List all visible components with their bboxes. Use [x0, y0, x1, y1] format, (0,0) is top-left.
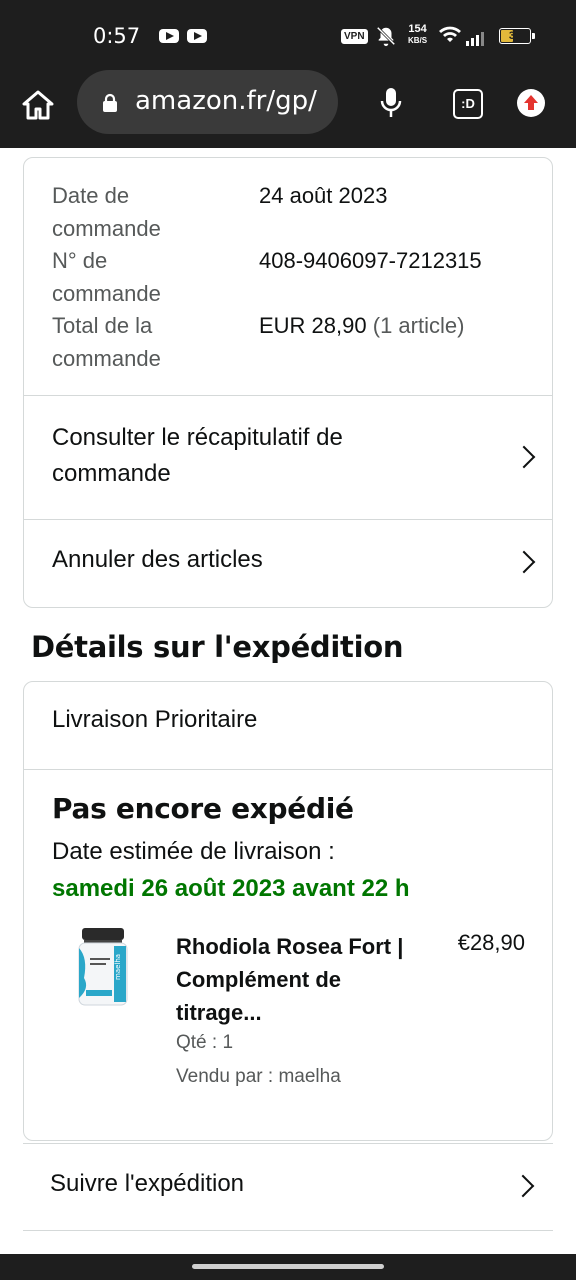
divider [24, 769, 552, 770]
view-order-summary-link[interactable]: Consulter le récapitulatif de commande [24, 396, 552, 519]
product-quantity: Qté : 1 [176, 1032, 234, 1053]
tab-switcher-button[interactable]: :D [453, 89, 483, 119]
home-icon[interactable] [20, 88, 56, 127]
order-number-value: 408-9406097-7212315 [259, 248, 482, 273]
view-order-summary-label: Consulter le récapitulatif de commande [52, 424, 343, 487]
mute-bell-icon [375, 25, 397, 53]
product-price: €28,90 [457, 930, 525, 955]
shipment-section-title: Détails sur l'expédition [31, 630, 404, 664]
lock-icon [103, 93, 117, 112]
article-count: (1 article) [372, 313, 465, 338]
track-shipment-link[interactable]: Suivre l'expédition [23, 1143, 553, 1231]
chevron-right-icon [512, 445, 536, 469]
cancel-items-label: Annuler des articles [52, 546, 263, 573]
youtube-notification-icon [187, 29, 207, 43]
product-title-link[interactable]: Rhodiola Rosea Fort | Complément de titr… [176, 930, 426, 1029]
order-total-label: Total de la commande [52, 313, 161, 371]
status-bar: 0:57 VPN 154 KB/S 39 [0, 0, 576, 70]
shipment-card: Livraison Prioritaire Pas encore expédié… [23, 681, 553, 1141]
order-total-value: EUR 28,90 (1 article) [259, 313, 465, 338]
order-date-value: 24 août 2023 [259, 183, 388, 208]
youtube-notification-icon [159, 29, 179, 43]
order-number-label: N° de commande [52, 248, 161, 306]
gesture-handle[interactable] [192, 1264, 384, 1269]
delivery-method: Livraison Prioritaire [52, 706, 258, 733]
browser-toolbar: amazon.fr/gp/ :D [0, 70, 576, 148]
product-seller: Vendu par : maelha [176, 1066, 341, 1087]
chevron-right-icon [512, 550, 536, 574]
shipment-status: Pas encore expédié [52, 792, 354, 825]
update-icon[interactable] [517, 89, 545, 117]
estimated-delivery-date: samedi 26 août 2023 avant 22 h [52, 875, 410, 902]
wifi-icon [438, 24, 462, 49]
product-image[interactable]: maelha [76, 928, 130, 1008]
order-summary-card: Date de commande 24 août 2023 N° de comm… [23, 157, 553, 608]
network-speed: 154 KB/S [408, 23, 428, 46]
battery-icon: 39 [499, 28, 535, 44]
address-bar[interactable]: amazon.fr/gp/ [77, 70, 338, 134]
system-navigation-bar [0, 1254, 576, 1280]
vpn-icon: VPN [341, 29, 368, 44]
microphone-icon[interactable] [378, 86, 404, 125]
estimated-delivery-label: Date estimée de livraison : [52, 838, 335, 865]
product-brand-text: maelha [114, 954, 122, 980]
order-date-label: Date de commande [52, 183, 161, 241]
track-shipment-label: Suivre l'expédition [50, 1170, 245, 1197]
cell-signal-icon [466, 28, 486, 46]
url-text: amazon.fr/gp/ [135, 86, 317, 116]
chevron-right-icon [511, 1174, 535, 1198]
cancel-items-link[interactable]: Annuler des articles [24, 520, 552, 608]
clock: 0:57 [93, 24, 141, 48]
